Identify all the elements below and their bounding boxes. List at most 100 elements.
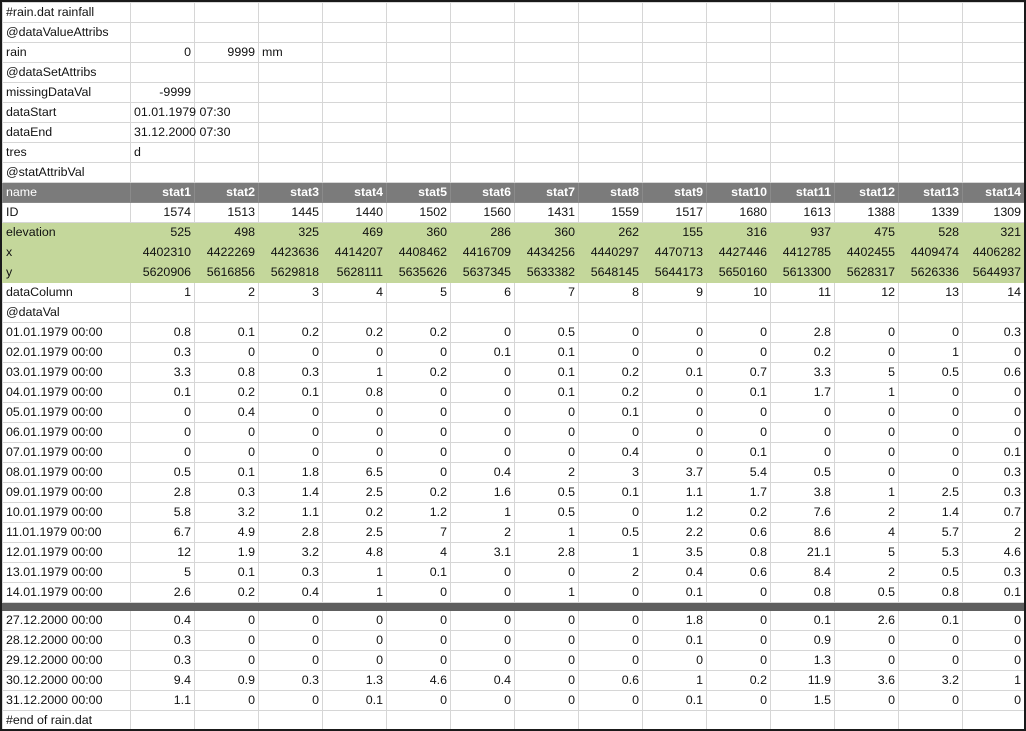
rainfall-value-cell[interactable]: 1.7 bbox=[706, 482, 771, 503]
rainfall-value-cell[interactable]: 0.2 bbox=[770, 342, 835, 363]
rainfall-value-cell[interactable]: 0.1 bbox=[642, 362, 707, 383]
rainfall-value-cell[interactable]: 0 bbox=[706, 610, 771, 631]
station-id-cell[interactable]: 1339 bbox=[898, 202, 963, 223]
station-name-cell[interactable]: stat2 bbox=[194, 182, 259, 203]
rainfall-value-cell[interactable]: 0.3 bbox=[130, 630, 195, 651]
rainfall-value-cell[interactable]: 2 bbox=[514, 462, 579, 483]
rainfall-value-cell[interactable]: 0 bbox=[578, 582, 643, 603]
elevation-cell[interactable]: 286 bbox=[450, 222, 515, 243]
x-coordinate-cell[interactable]: 4402455 bbox=[834, 242, 899, 263]
rainfall-value-cell[interactable]: 0 bbox=[770, 402, 835, 423]
rainfall-value-cell[interactable]: 0.2 bbox=[578, 382, 643, 403]
rainfall-value-cell[interactable]: 4.6 bbox=[962, 542, 1024, 563]
rainfall-value-cell[interactable]: 1 bbox=[898, 342, 963, 363]
station-id-cell[interactable]: 1440 bbox=[322, 202, 387, 223]
rainfall-value-cell[interactable]: 0 bbox=[706, 322, 771, 343]
station-name-cell[interactable]: stat4 bbox=[322, 182, 387, 203]
set-attribs-tag-cell[interactable]: @dataSetAttribs bbox=[2, 62, 131, 83]
rainfall-value-cell[interactable]: 0.1 bbox=[962, 442, 1024, 463]
y-coordinate-cell[interactable]: 5644937 bbox=[962, 262, 1024, 283]
rainfall-value-cell[interactable]: 0 bbox=[386, 462, 451, 483]
rainfall-value-cell[interactable]: 3.2 bbox=[194, 502, 259, 523]
rainfall-value-cell[interactable]: 21.1 bbox=[770, 542, 835, 563]
missing-value-cell[interactable]: -9999 bbox=[130, 82, 195, 103]
rainfall-value-cell[interactable]: 1.2 bbox=[386, 502, 451, 523]
date-cell[interactable]: 04.01.1979 00:00 bbox=[2, 382, 131, 403]
elevation-cell[interactable]: 475 bbox=[834, 222, 899, 243]
rainfall-value-cell[interactable]: 0 bbox=[834, 342, 899, 363]
rainfall-value-cell[interactable]: 0 bbox=[450, 362, 515, 383]
rainfall-value-cell[interactable]: 0.5 bbox=[514, 482, 579, 503]
rainfall-value-cell[interactable]: 0 bbox=[706, 630, 771, 651]
rainfall-value-cell[interactable]: 0 bbox=[642, 442, 707, 463]
rainfall-value-cell[interactable]: 0 bbox=[706, 342, 771, 363]
rain-max-cell[interactable]: 9999 bbox=[194, 42, 259, 63]
data-end-label-cell[interactable]: dataEnd bbox=[2, 122, 131, 143]
rainfall-value-cell[interactable]: 0.6 bbox=[962, 362, 1024, 383]
rainfall-value-cell[interactable]: 0 bbox=[450, 322, 515, 343]
rainfall-value-cell[interactable]: 0 bbox=[386, 382, 451, 403]
rainfall-value-cell[interactable]: 5 bbox=[130, 562, 195, 583]
rainfall-value-cell[interactable]: 3.7 bbox=[642, 462, 707, 483]
rainfall-value-cell[interactable]: 1.5 bbox=[770, 690, 835, 711]
rainfall-value-cell[interactable]: 0.2 bbox=[386, 322, 451, 343]
elevation-label-cell[interactable]: elevation bbox=[2, 222, 131, 243]
rainfall-value-cell[interactable]: 8.6 bbox=[770, 522, 835, 543]
date-cell[interactable]: 31.12.2000 00:00 bbox=[2, 690, 131, 711]
tres-label-cell[interactable]: tres bbox=[2, 142, 131, 163]
station-name-cell[interactable]: stat14 bbox=[962, 182, 1024, 203]
y-label-cell[interactable]: y bbox=[2, 262, 131, 283]
rainfall-value-cell[interactable]: 0.9 bbox=[194, 670, 259, 691]
rainfall-value-cell[interactable]: 0.1 bbox=[962, 582, 1024, 603]
rainfall-value-cell[interactable]: 0.2 bbox=[194, 382, 259, 403]
rainfall-value-cell[interactable]: 0 bbox=[322, 342, 387, 363]
rainfall-value-cell[interactable]: 0.1 bbox=[642, 582, 707, 603]
rainfall-value-cell[interactable]: 0.1 bbox=[386, 562, 451, 583]
rainfall-value-cell[interactable]: 0 bbox=[386, 422, 451, 443]
rainfall-value-cell[interactable]: 1.2 bbox=[642, 502, 707, 523]
rainfall-value-cell[interactable]: 0.1 bbox=[578, 482, 643, 503]
rain-label-cell[interactable]: rain bbox=[2, 42, 131, 63]
rainfall-value-cell[interactable]: 0 bbox=[578, 630, 643, 651]
elevation-cell[interactable]: 360 bbox=[386, 222, 451, 243]
rainfall-value-cell[interactable]: 0 bbox=[898, 650, 963, 671]
rainfall-value-cell[interactable]: 0 bbox=[386, 402, 451, 423]
rainfall-value-cell[interactable]: 0 bbox=[642, 322, 707, 343]
rainfall-value-cell[interactable]: 0 bbox=[578, 422, 643, 443]
rainfall-value-cell[interactable]: 1.7 bbox=[770, 382, 835, 403]
rainfall-value-cell[interactable]: 0.2 bbox=[194, 582, 259, 603]
rainfall-value-cell[interactable]: 2.5 bbox=[322, 522, 387, 543]
y-coordinate-cell[interactable]: 5620906 bbox=[130, 262, 195, 283]
data-column-cell[interactable]: 6 bbox=[450, 282, 515, 303]
rainfall-value-cell[interactable]: 8.4 bbox=[770, 562, 835, 583]
rainfall-value-cell[interactable]: 0 bbox=[450, 442, 515, 463]
x-coordinate-cell[interactable]: 4409474 bbox=[898, 242, 963, 263]
rainfall-value-cell[interactable]: 0.2 bbox=[706, 670, 771, 691]
rainfall-value-cell[interactable]: 0 bbox=[514, 690, 579, 711]
rainfall-value-cell[interactable]: 0 bbox=[322, 630, 387, 651]
rainfall-value-cell[interactable]: 4 bbox=[386, 542, 451, 563]
rainfall-value-cell[interactable]: 0.8 bbox=[706, 542, 771, 563]
rainfall-value-cell[interactable]: 0 bbox=[898, 630, 963, 651]
elevation-cell[interactable]: 155 bbox=[642, 222, 707, 243]
elevation-cell[interactable]: 321 bbox=[962, 222, 1024, 243]
rainfall-value-cell[interactable]: 0 bbox=[514, 562, 579, 583]
rainfall-value-cell[interactable]: 2 bbox=[834, 502, 899, 523]
rainfall-value-cell[interactable]: 0 bbox=[770, 422, 835, 443]
station-id-cell[interactable]: 1431 bbox=[514, 202, 579, 223]
rainfall-value-cell[interactable]: 0.4 bbox=[130, 610, 195, 631]
rainfall-value-cell[interactable]: 0 bbox=[450, 690, 515, 711]
elevation-cell[interactable]: 937 bbox=[770, 222, 835, 243]
date-cell[interactable]: 27.12.2000 00:00 bbox=[2, 610, 131, 631]
x-coordinate-cell[interactable]: 4470713 bbox=[642, 242, 707, 263]
date-cell[interactable]: 28.12.2000 00:00 bbox=[2, 630, 131, 651]
data-column-cell[interactable]: 1 bbox=[130, 282, 195, 303]
rainfall-value-cell[interactable]: 0.3 bbox=[130, 650, 195, 671]
rainfall-value-cell[interactable]: 0.5 bbox=[898, 362, 963, 383]
rainfall-value-cell[interactable]: 0.3 bbox=[194, 482, 259, 503]
date-cell[interactable]: 29.12.2000 00:00 bbox=[2, 650, 131, 671]
rainfall-value-cell[interactable]: 0 bbox=[706, 422, 771, 443]
rainfall-value-cell[interactable]: 0 bbox=[322, 402, 387, 423]
rainfall-value-cell[interactable]: 1.8 bbox=[642, 610, 707, 631]
rainfall-value-cell[interactable]: 0 bbox=[194, 422, 259, 443]
